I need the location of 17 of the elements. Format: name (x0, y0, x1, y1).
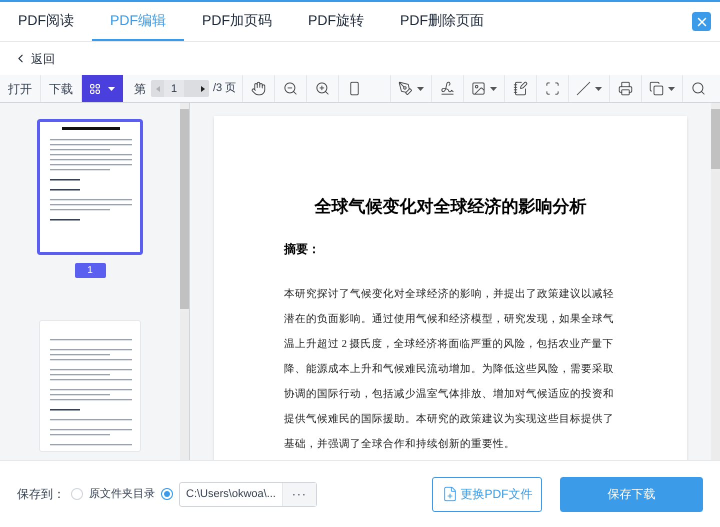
tab[interactable]: PDF删除页面 (382, 2, 502, 41)
page-count: /3 页 (213, 81, 236, 96)
document-paragraph: 本研究探讨了气候变化对全球经济的影响，并提出了政策建议以减轻潜在的负面影响。通过使用气候和经济模型，研究发现，如果全球气温上升超过 2 摄氏度，全球经济将面临严重的风险，包括农业产量下降、能源成本上升和气候难民流动增加。为降低这些风险，需要采取协调的国际行动，包括减少温室气体排放、增加对气候适应的投资和提供气候难民的国际援助。本研究的政策建议为实现这些目标提供了基础，并强调了全球合作和持续创新的重要性。 (284, 287, 615, 452)
save-to-label: 保存到： (17, 486, 65, 503)
tab[interactable]: PDF阅读 (0, 2, 92, 41)
page-number-field[interactable]: 1 (164, 80, 184, 97)
option-label: 原文件夹目录 (89, 486, 155, 502)
path-field[interactable]: C:\Users\okwoa\... ··· (179, 482, 317, 506)
tab[interactable]: PDF旋转 (290, 2, 382, 41)
document-title: 全球气候变化对全球经济的影响分析 (313, 196, 588, 218)
browse-button[interactable]: ··· (282, 482, 316, 506)
toolbar-button[interactable]: 打开 (0, 75, 41, 102)
document-heading: 摘要： (284, 240, 321, 258)
page-prefix: 第 (134, 80, 146, 98)
tab[interactable]: PDF加页码 (184, 2, 290, 41)
back-link[interactable]: 返回 (14, 50, 55, 68)
page-number-badge: 1 (74, 263, 106, 278)
